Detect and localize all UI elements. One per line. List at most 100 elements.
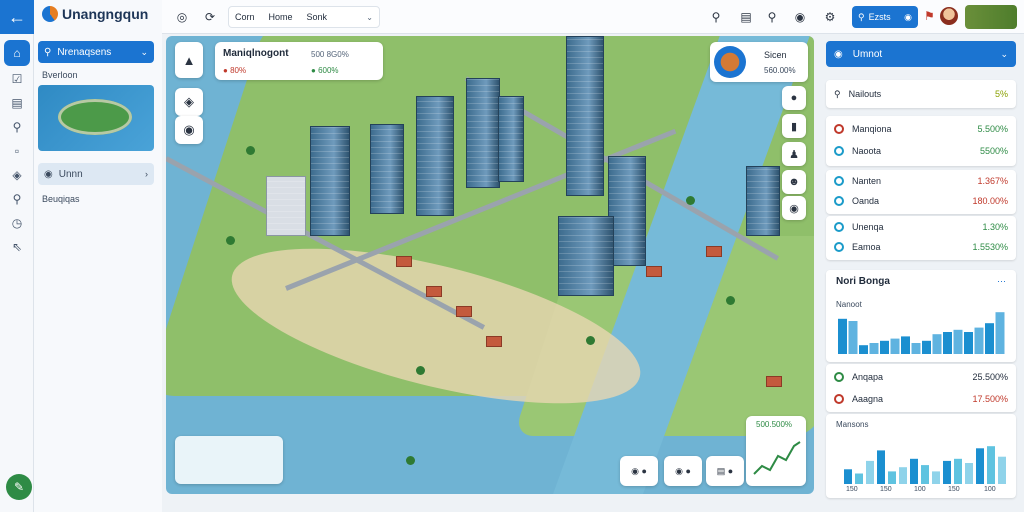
location-icon: ◉ [44, 168, 53, 180]
avatar[interactable] [940, 7, 958, 25]
preview-thumbnail[interactable] [965, 5, 1017, 29]
chart-bar [890, 338, 900, 354]
list-item-value: 1.5530% [972, 242, 1008, 252]
dropdown-icon: ◉ [904, 11, 912, 22]
list-item: Anqapa 25.500% [834, 368, 1008, 386]
layers-tool-button[interactable]: ◈ [175, 88, 203, 116]
top-search-button[interactable]: ⚲ Ezsts ◉ [852, 6, 918, 28]
chart-bar [974, 327, 984, 354]
chart-bar [998, 456, 1006, 484]
status-dot-icon [834, 124, 844, 134]
list-item: Manqiona 5.500% [834, 120, 1008, 138]
list-item-label: Eamoa [852, 242, 881, 252]
flag-icon[interactable]: ⚑ [924, 9, 935, 23]
chevron-down-icon[interactable]: ⌄ [366, 13, 373, 22]
bar-chart [838, 312, 1005, 354]
list-item: Nanten 1.367% [834, 172, 1008, 190]
list-item-value: 17.500% [972, 394, 1008, 404]
trend-value: 500.500% [756, 420, 793, 429]
tab-bar: Corn Home Sonk ⌄ [228, 6, 380, 28]
tree [226, 236, 235, 245]
chart-bar [910, 458, 918, 484]
left-search-dropdown[interactable]: ⚲ Nrenaqsens ⌄ [38, 41, 154, 63]
list-item-label: Naoota [852, 146, 882, 156]
key-icon[interactable]: ⚲ [8, 118, 26, 136]
list-item-label: Oanda [852, 196, 880, 206]
toggle-button-1[interactable]: ◉ ● [620, 456, 658, 486]
left-select-label: Unnn [58, 168, 83, 180]
compass-tool-button[interactable]: ◉ [175, 116, 203, 144]
lock-icon[interactable]: ◉ [782, 196, 806, 220]
building [266, 176, 306, 236]
chart-icon[interactable]: ▮ [782, 114, 806, 138]
stat-card-3[interactable]: Unenqa 1.30% Eamoa 1.5530% [826, 216, 1016, 260]
pawn-icon[interactable]: ♟ [782, 142, 806, 166]
stat-card-1[interactable]: Manqiona 5.500% Naoota 5500% [826, 116, 1016, 166]
chart-bar [855, 473, 863, 484]
minimap[interactable] [175, 436, 283, 484]
summary-label: Nailouts [848, 89, 882, 99]
stat-card-4[interactable]: Anqapa 25.500% Aaagna 17.500% [826, 364, 1016, 412]
chart-bar [877, 450, 885, 484]
bar-chart-card: Nori Bonga ⋯ Nanoot [826, 270, 1016, 362]
skyscraper [466, 78, 500, 188]
list-item-label: Manqiona [852, 124, 892, 134]
person-icon[interactable]: ☻ [782, 170, 806, 194]
chart-bar [964, 332, 973, 354]
chart-bar [911, 343, 921, 354]
house [706, 246, 722, 257]
store-value: 560.00% [764, 66, 796, 75]
tab-corn[interactable]: Corn [235, 12, 255, 22]
edit-fab-button[interactable]: ✎ [6, 474, 32, 500]
chart-bar [901, 336, 910, 354]
map-title-value: 500 8G0% [311, 50, 349, 59]
marker-icon[interactable]: ● [782, 86, 806, 110]
map-thumbnail[interactable] [38, 85, 154, 151]
summary-card[interactable]: ⚲ Nailouts 5% [826, 80, 1016, 108]
chart-bar [859, 345, 868, 354]
chart-bar [932, 471, 940, 484]
stat-card-2[interactable]: Nanten 1.367% Oanda 180.00% [826, 170, 1016, 214]
bell-icon[interactable]: ◉ [792, 9, 808, 25]
layers-icon[interactable]: ◈ [8, 166, 26, 184]
export-icon[interactable]: ⇖ [8, 238, 26, 256]
checkbox-icon[interactable]: ☑ [8, 70, 26, 88]
tab-sonk[interactable]: Sonk [307, 12, 328, 22]
left-search-label: Nrenaqsens [57, 46, 112, 58]
brand: Unangngqun [42, 6, 148, 22]
clock-icon[interactable]: ◷ [8, 214, 26, 232]
document-icon[interactable]: ▤ [8, 94, 26, 112]
clipboard-icon[interactable]: ▤ [738, 9, 754, 25]
search-icon[interactable]: ⚲ [8, 190, 26, 208]
list-item: Unenqa 1.30% [834, 218, 1008, 236]
settings-icon[interactable]: ⚙ [822, 9, 838, 25]
search-icon[interactable]: ⚲ [764, 9, 780, 25]
tab-home[interactable]: Home [269, 12, 293, 22]
house [766, 376, 782, 387]
left-rail: ← ⌂ ☑ ▤ ⚲ ▫ ◈ ⚲ ◷ ⇖ ✎ [0, 0, 34, 512]
toggle-button-2[interactable]: ◉ ● [664, 456, 702, 486]
toggle-button-3[interactable]: ▤ ● [706, 456, 744, 486]
pin-tool-button[interactable]: ▲ [175, 42, 203, 78]
chevron-down-icon: ⌄ [1000, 48, 1008, 59]
right-panel: ◉ Umnot ⌄ ⚲ Nailouts 5% Manqiona 5.500% … [822, 36, 1018, 506]
right-panel-header[interactable]: ◉ Umnot ⌄ [826, 41, 1016, 67]
skyscraper [416, 96, 454, 216]
left-select[interactable]: ◉ Unnn › [38, 163, 154, 185]
pin-icon[interactable]: ⚲ [708, 9, 724, 25]
back-arrow-icon[interactable]: ← [0, 0, 34, 34]
refresh-icon[interactable]: ⟳ [202, 9, 218, 25]
map-viewport[interactable] [166, 36, 814, 494]
chart-bar [899, 467, 907, 484]
app-name: Unangngqun [62, 6, 149, 22]
status-dot-icon [834, 222, 844, 232]
house [396, 256, 412, 267]
chevron-right-icon: › [145, 169, 148, 179]
map-title: Maniqlnogont [223, 48, 289, 59]
chart-bar [943, 460, 951, 484]
globe-icon[interactable]: ◎ [174, 9, 190, 25]
skyscraper [566, 36, 604, 196]
file-icon[interactable]: ▫ [8, 142, 26, 160]
store-card[interactable]: Sicen 560.00% [710, 42, 808, 82]
home-icon[interactable]: ⌂ [4, 40, 30, 66]
